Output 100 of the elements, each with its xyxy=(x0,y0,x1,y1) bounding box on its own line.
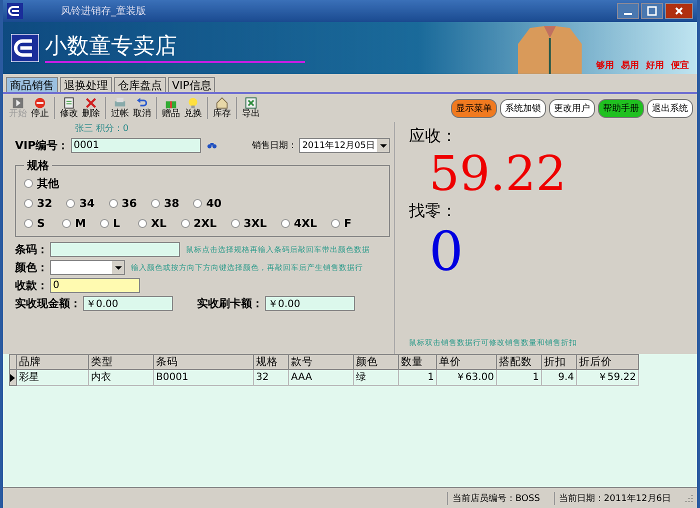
toolbar-button[interactable]: 取消 xyxy=(131,97,153,119)
maximize-icon xyxy=(647,6,657,16)
column-header[interactable]: 折扣 xyxy=(542,354,577,370)
color-label: 颜色： xyxy=(15,260,48,275)
payment-label: 收款： xyxy=(15,278,48,293)
dropdown-arrow-icon xyxy=(380,144,386,148)
size-option[interactable]: 4XL xyxy=(280,216,317,230)
vip-number-field[interactable]: 0001 xyxy=(70,138,201,153)
table-cell: 彩星 xyxy=(17,370,89,386)
header-button[interactable]: 更改用户 xyxy=(549,98,595,118)
column-header[interactable]: 条码 xyxy=(154,354,254,370)
table-cell: AAA xyxy=(289,370,354,386)
color-dropdown[interactable] xyxy=(50,260,125,275)
change-amount: 0 xyxy=(429,222,464,282)
size-option[interactable]: 36 xyxy=(108,196,137,210)
dropdown-arrow-icon xyxy=(114,266,122,270)
change-label: 找零： xyxy=(409,201,458,222)
barcode-field[interactable] xyxy=(50,242,180,257)
column-header[interactable]: 规格 xyxy=(254,354,289,370)
column-header[interactable]: 品牌 xyxy=(17,354,89,370)
table-cell: 9.4 xyxy=(542,370,577,386)
status-text: 当前店员编号：BOSS xyxy=(447,492,540,504)
tab[interactable]: 退换处理 xyxy=(60,77,112,92)
slogan: 够用 xyxy=(596,60,614,72)
resize-grip-icon xyxy=(685,494,693,502)
column-header[interactable]: 数量 xyxy=(399,354,437,370)
column-header[interactable]: 折后价 xyxy=(577,354,639,370)
size-option[interactable]: 其他 xyxy=(24,176,59,190)
toolbar-button[interactable]: 修改 xyxy=(58,97,80,119)
minimize-button[interactable] xyxy=(617,3,639,19)
header-button[interactable]: 帮助手册 xyxy=(598,98,644,118)
toolbar-button[interactable]: 过帐 xyxy=(109,97,131,119)
printer-icon xyxy=(114,97,126,109)
toolbar-button[interactable]: 停止 xyxy=(29,97,51,119)
row-pointer-icon xyxy=(10,374,15,382)
spreadsheet-icon xyxy=(245,97,257,109)
size-option[interactable]: 40 xyxy=(193,196,222,210)
close-button[interactable] xyxy=(665,3,693,19)
undo-icon xyxy=(136,97,148,109)
header-button[interactable]: 系统加锁 xyxy=(500,98,546,118)
receivable-amount: 59.22 xyxy=(429,147,568,201)
payment-field[interactable]: 0 xyxy=(50,278,140,293)
size-option[interactable]: 2XL xyxy=(180,216,217,230)
maximize-button[interactable] xyxy=(641,3,663,19)
cash-amount-label: 实收现金额： xyxy=(15,296,81,311)
tab[interactable]: 商品销售 xyxy=(6,77,58,92)
card-amount-field[interactable]: ￥0.00 xyxy=(265,296,355,311)
size-option[interactable]: 3XL xyxy=(230,216,267,230)
table-cell: 1 xyxy=(497,370,542,386)
toolbar-button[interactable]: 兑换 xyxy=(182,97,204,119)
column-header[interactable]: 款号 xyxy=(289,354,354,370)
window-title: 风铃进销存_童装版 xyxy=(61,4,146,18)
sale-date-picker[interactable]: 2011年12月05日 xyxy=(299,138,390,153)
shop-name: 小数童专卖店 xyxy=(44,33,178,61)
play-icon xyxy=(12,97,24,109)
size-option[interactable]: 34 xyxy=(66,196,95,210)
slogan: 便宜 xyxy=(671,59,689,72)
status-text: 当前日期：2011年12月6日 xyxy=(554,492,671,504)
minimize-icon xyxy=(624,13,632,15)
size-option[interactable]: M xyxy=(62,216,86,230)
sale-date-label: 销售日期： xyxy=(252,140,298,152)
tab[interactable]: VIP信息 xyxy=(168,77,216,92)
table-cell: 绿 xyxy=(354,370,399,386)
size-option[interactable]: F xyxy=(330,216,355,230)
card-amount-label: 实收刷卡额： xyxy=(197,296,263,311)
size-option[interactable]: L xyxy=(100,216,124,230)
size-group-title: 规格 xyxy=(26,158,50,173)
lightbulb-icon xyxy=(187,97,199,109)
table-cell: ￥63.00 xyxy=(437,370,497,386)
toolbar-button[interactable]: 赠品 xyxy=(160,97,182,119)
size-option[interactable]: XL xyxy=(138,216,166,230)
size-option[interactable]: 38 xyxy=(150,196,180,210)
stop-icon xyxy=(34,97,46,109)
notepad-icon xyxy=(63,97,75,109)
column-header[interactable]: 搭配数 xyxy=(497,354,542,370)
table-cell: 1 xyxy=(399,370,437,386)
close-icon xyxy=(674,6,684,16)
tab[interactable]: 仓库盘点 xyxy=(114,77,166,92)
shop-logo-icon xyxy=(11,34,39,62)
toolbar-button[interactable]: 库存 xyxy=(211,97,233,119)
column-header[interactable]: 类型 xyxy=(89,354,154,370)
toolbar-button[interactable]: 删除 xyxy=(80,97,102,119)
size-option[interactable]: 32 xyxy=(24,196,52,210)
receivable-label: 应收： xyxy=(409,126,458,147)
toolbar-button[interactable]: 导出 xyxy=(240,97,262,119)
slogan: 易用 xyxy=(621,60,639,72)
size-option[interactable]: S xyxy=(24,216,48,230)
column-header[interactable]: 颜色 xyxy=(354,354,399,370)
binoculars-icon[interactable] xyxy=(206,141,217,150)
house-icon xyxy=(216,97,228,109)
app-logo-icon xyxy=(7,3,23,19)
column-header[interactable]: 单价 xyxy=(437,354,497,370)
cross-icon xyxy=(85,97,97,109)
table-cell: ￥59.22 xyxy=(577,370,639,386)
cash-amount-field[interactable]: ￥0.00 xyxy=(83,296,173,311)
table-cell: 32 xyxy=(254,370,289,386)
vip-label: VIP编号： xyxy=(15,138,69,153)
header-button[interactable]: 显示菜单 xyxy=(451,98,497,118)
header-button[interactable]: 退出系统 xyxy=(647,98,693,118)
member-info: 张三 积分：0 xyxy=(75,122,130,135)
